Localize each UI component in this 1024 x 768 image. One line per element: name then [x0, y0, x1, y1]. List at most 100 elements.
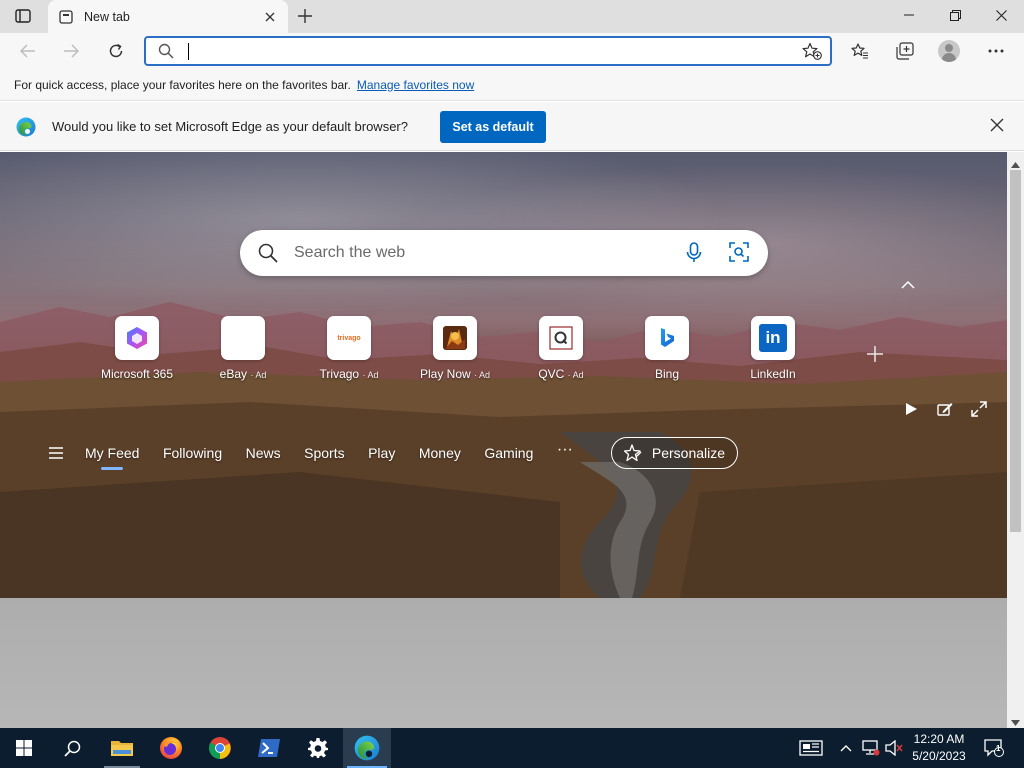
search-icon — [63, 740, 80, 757]
play-video-icon[interactable] — [900, 398, 922, 420]
hamburger-menu-icon[interactable] — [48, 447, 68, 459]
manage-favorites-link[interactable]: Manage favorites now — [357, 78, 474, 92]
ad-label: · Ad — [250, 370, 267, 380]
refresh-button[interactable] — [102, 37, 130, 65]
refresh-icon — [109, 43, 123, 58]
feed-tab-my-feed[interactable]: My Feed — [85, 445, 139, 470]
clock-time: 12:20 AM — [913, 732, 965, 746]
play-now-icon — [443, 326, 467, 350]
network-button[interactable] — [860, 728, 882, 768]
feed-tab-money[interactable]: Money — [419, 445, 461, 461]
taskbar-search-button[interactable] — [48, 728, 96, 768]
web-search-box[interactable] — [240, 230, 768, 276]
taskbar-powershell[interactable] — [245, 728, 293, 768]
close-tab-icon[interactable] — [262, 9, 278, 25]
microphone-icon[interactable] — [686, 242, 702, 267]
notification-icon — [984, 739, 1004, 757]
personalize-label: Personalize — [651, 445, 726, 461]
set-as-default-button[interactable]: Set as default — [440, 111, 546, 143]
taskbar-edge[interactable] — [343, 728, 391, 768]
edge-logo-icon — [16, 117, 36, 137]
more-feed-tabs-button[interactable]: ··· — [557, 441, 573, 459]
settings-more-button[interactable] — [982, 37, 1010, 65]
ad-label: · Ad — [567, 370, 584, 380]
taskbar-firefox[interactable] — [147, 728, 195, 768]
quick-link-qvc[interactable]: QVC · Ad — [508, 316, 614, 381]
web-search-input[interactable] — [294, 242, 654, 264]
feed-tab-following[interactable]: Following — [163, 445, 222, 461]
personalize-button[interactable]: Personalize — [610, 437, 739, 469]
add-site-icon[interactable] — [866, 345, 884, 366]
quick-link-microsoft-365[interactable]: Microsoft 365 — [84, 316, 190, 381]
forward-button[interactable] — [57, 37, 85, 65]
quick-link-label: eBay — [219, 367, 247, 381]
scroll-down-arrow-icon[interactable] — [1011, 714, 1020, 729]
close-window-button[interactable] — [978, 0, 1024, 30]
feed-tab-sports[interactable]: Sports — [304, 445, 344, 461]
feed-tab-play[interactable]: Play — [368, 445, 395, 461]
address-input[interactable] — [186, 42, 786, 62]
trivago-icon: trivago — [337, 334, 361, 342]
powershell-icon — [258, 739, 280, 757]
background-controls — [900, 398, 990, 420]
quick-link-bing[interactable]: Bing — [614, 316, 720, 381]
tab-actions-button[interactable] — [8, 5, 38, 27]
edit-background-icon[interactable] — [934, 398, 956, 420]
clock-date: 5/20/2023 — [912, 749, 966, 763]
taskbar-settings[interactable] — [294, 728, 342, 768]
new-tab-button[interactable] — [294, 5, 316, 27]
quick-link-label: Bing — [654, 367, 680, 381]
restore-button[interactable] — [932, 0, 978, 30]
quick-link-play-now[interactable]: Play Now · Ad — [402, 316, 508, 381]
plus-icon — [298, 9, 312, 23]
quick-link-label: QVC — [538, 367, 565, 381]
firefox-icon — [160, 737, 182, 759]
quick-link-trivago[interactable]: trivago Trivago · Ad — [296, 316, 402, 381]
taskbar-chrome[interactable] — [196, 728, 244, 768]
start-button[interactable] — [0, 728, 48, 768]
scrollbar-thumb[interactable] — [1010, 170, 1021, 532]
browser-tab[interactable]: New tab — [48, 0, 288, 33]
minimize-button[interactable] — [886, 0, 932, 30]
collections-button[interactable] — [891, 37, 919, 65]
news-widget-button[interactable] — [796, 728, 826, 768]
fullscreen-icon[interactable] — [968, 398, 990, 420]
collections-icon — [896, 42, 914, 60]
canyon-image — [0, 372, 1007, 598]
action-center-button[interactable]: 1 — [980, 728, 1008, 768]
feed-tab-news[interactable]: News — [246, 445, 281, 461]
network-icon — [862, 740, 880, 756]
search-icon — [258, 243, 278, 266]
chevron-up-icon[interactable] — [900, 278, 916, 293]
linkedin-tile: in — [751, 316, 795, 360]
page-scrollbar[interactable] — [1007, 152, 1024, 728]
visual-search-icon[interactable] — [729, 242, 749, 265]
windows-logo-icon — [16, 740, 32, 756]
chrome-icon — [209, 737, 231, 759]
avatar-body — [942, 53, 956, 62]
close-banner-icon[interactable] — [990, 118, 1004, 135]
address-bar[interactable] — [144, 36, 832, 66]
restore-icon — [949, 9, 961, 21]
feed-tab-gaming[interactable]: Gaming — [484, 445, 533, 461]
profile-avatar[interactable] — [938, 40, 960, 62]
folder-icon — [111, 741, 133, 756]
taskbar-clock[interactable]: 12:20 AM 5/20/2023 — [900, 731, 978, 765]
quick-link-linkedin[interactable]: in LinkedIn — [720, 316, 826, 381]
new-tab-page: Microsoft 365 eBay · Ad trivago Trivago … — [0, 152, 1007, 728]
linkedin-icon: in — [759, 324, 787, 352]
arrow-left-icon — [20, 44, 35, 58]
gear-icon — [308, 738, 328, 758]
edge-icon — [354, 735, 380, 761]
back-button[interactable] — [14, 37, 42, 65]
search-icon — [158, 43, 174, 62]
taskbar-file-explorer[interactable] — [98, 728, 146, 768]
scroll-up-arrow-icon[interactable] — [1011, 156, 1020, 171]
add-favorite-icon[interactable] — [802, 42, 822, 63]
favorites-button[interactable] — [846, 37, 874, 65]
bing-tile — [645, 316, 689, 360]
tab-title: New tab — [84, 9, 130, 24]
feed-navigation: My Feed Following News Sports Play Money… — [48, 436, 739, 470]
show-hidden-icons-button[interactable] — [838, 728, 854, 768]
quick-link-ebay[interactable]: eBay · Ad — [190, 316, 296, 381]
